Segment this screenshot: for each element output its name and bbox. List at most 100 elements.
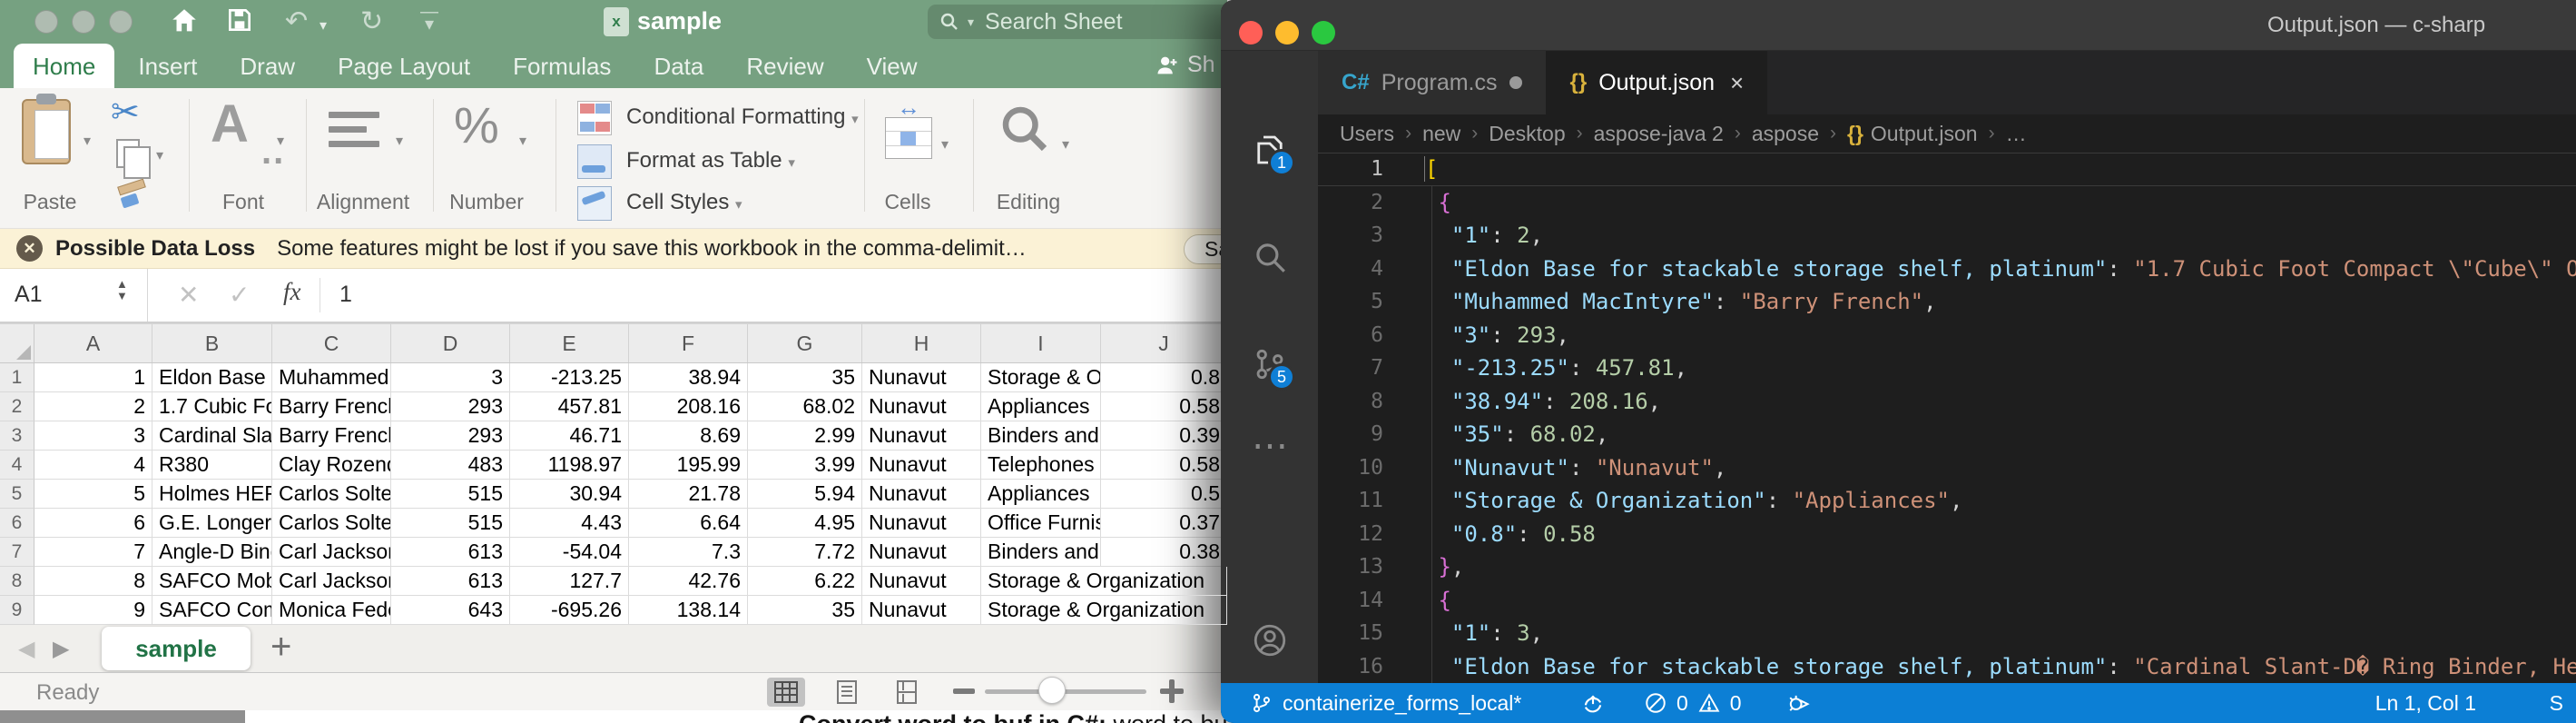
cell-G8[interactable]: 6.22 [748, 567, 862, 596]
format-as-table-icon[interactable] [577, 144, 612, 179]
fx-icon[interactable]: fx [283, 278, 301, 306]
cell-G5[interactable]: 5.94 [748, 480, 862, 509]
page-break-view-button[interactable] [888, 678, 926, 707]
row-header-1[interactable]: 1 [0, 363, 34, 392]
cell-H8[interactable]: Nunavut [862, 567, 981, 596]
column-header-D[interactable]: D [391, 324, 510, 362]
cell-H3[interactable]: Nunavut [862, 421, 981, 451]
zoom-slider[interactable] [985, 689, 1146, 694]
cell-D4[interactable]: 483 [391, 451, 510, 480]
cell-H5[interactable]: Nunavut [862, 480, 981, 509]
minimize-traffic-light[interactable] [1275, 21, 1299, 45]
account-icon[interactable] [1251, 621, 1289, 659]
select-all-corner[interactable] [0, 324, 34, 362]
column-header-A[interactable]: A [34, 324, 152, 362]
modified-dot-icon[interactable] [1509, 76, 1522, 89]
share-button[interactable]: Sh [1155, 52, 1215, 78]
ribbon-tab-view[interactable]: View [848, 44, 937, 88]
cell-E9[interactable]: -695.26 [510, 596, 629, 625]
problems-item[interactable]: 0 0 [1644, 683, 1742, 723]
code-editor[interactable]: 1[2 {3 "1": 2,4 "Eldon Base for stackabl… [1318, 153, 2576, 683]
column-header-H[interactable]: H [862, 324, 981, 362]
cell-C5[interactable]: Carlos Solter [272, 480, 391, 509]
column-header-E[interactable]: E [510, 324, 629, 362]
cell-I7[interactable]: Binders and [981, 538, 1101, 567]
search-input[interactable]: ▾ Search Sheet [928, 5, 1227, 39]
paste-icon[interactable] [22, 99, 71, 164]
number-group-button[interactable]: Number [434, 190, 539, 214]
cut-icon[interactable]: ✂ [111, 92, 140, 133]
normal-view-button[interactable] [767, 678, 805, 707]
code-line-2[interactable]: 2 { [1318, 186, 2576, 220]
ribbon-tab-data[interactable]: Data [634, 44, 723, 88]
more-views-icon[interactable]: ⋯ [1251, 432, 1289, 470]
code-line-7[interactable]: 7 "-213.25": 457.81, [1318, 352, 2576, 385]
prev-sheet-icon[interactable]: ◀ [18, 636, 34, 662]
editing-group-button[interactable]: Editing [978, 190, 1078, 214]
breadcrumb-item-output-json[interactable]: {}Output.json [1847, 122, 1978, 146]
row-header-4[interactable]: 4 [0, 451, 34, 480]
cell-A5[interactable]: 5 [34, 480, 152, 509]
code-line-13[interactable]: 13 }, [1318, 550, 2576, 584]
customize-toolbar-icon[interactable]: —▾ [420, 5, 438, 31]
save-icon[interactable] [225, 5, 254, 35]
breadcrumb-item-users[interactable]: Users [1340, 122, 1394, 146]
font-dropdown-icon[interactable]: ▾ [277, 132, 284, 150]
cell-D2[interactable]: 293 [391, 392, 510, 421]
format-painter-icon[interactable] [116, 183, 147, 210]
cell-F6[interactable]: 6.64 [629, 509, 748, 538]
ribbon-tab-home[interactable]: Home [14, 44, 114, 88]
cell-A8[interactable]: 8 [34, 567, 152, 596]
cell-A2[interactable]: 2 [34, 392, 152, 421]
cell-D1[interactable]: 3 [391, 363, 510, 392]
cell-I5[interactable]: Appliances [981, 480, 1101, 509]
cell-B9[interactable]: SAFCO Comr [152, 596, 272, 625]
undo-icon[interactable]: ↶ [285, 5, 308, 38]
zoom-out-button[interactable] [953, 688, 975, 694]
column-header-C[interactable]: C [272, 324, 391, 362]
code-line-16[interactable]: 16 "Eldon Base for stackable storage she… [1318, 650, 2576, 684]
column-header-B[interactable]: B [152, 324, 272, 362]
cell-A3[interactable]: 3 [34, 421, 152, 451]
cell-A9[interactable]: 9 [34, 596, 152, 625]
alignment-group-button[interactable]: Alignment [309, 190, 418, 214]
row-header-6[interactable]: 6 [0, 509, 34, 538]
cell-G6[interactable]: 4.95 [748, 509, 862, 538]
zoom-traffic-light[interactable] [1312, 21, 1335, 45]
column-header-G[interactable]: G [748, 324, 862, 362]
column-header-I[interactable]: I [981, 324, 1101, 362]
cell-B5[interactable]: Holmes HEPA [152, 480, 272, 509]
cell-F5[interactable]: 21.78 [629, 480, 748, 509]
cell-D6[interactable]: 515 [391, 509, 510, 538]
cell-H2[interactable]: Nunavut [862, 392, 981, 421]
row-header-3[interactable]: 3 [0, 421, 34, 451]
cell-J3[interactable]: 0.39 [1101, 421, 1227, 451]
cell-H7[interactable]: Nunavut [862, 538, 981, 567]
cell-C1[interactable]: Muhammed [272, 363, 391, 392]
cell-I1[interactable]: Storage & Or [981, 363, 1101, 392]
cells-dropdown-icon[interactable]: ▾ [941, 135, 949, 154]
spreadsheet-grid[interactable]: 11Eldon Base foMuhammed3-213.2538.9435Nu… [0, 363, 1227, 625]
cell-styles-icon[interactable] [577, 186, 612, 221]
cell-C2[interactable]: Barry French [272, 392, 391, 421]
cell-G9[interactable]: 35 [748, 596, 862, 625]
breadcrumb-item-aspose[interactable]: aspose [1752, 122, 1819, 146]
cancel-icon[interactable]: ✕ [178, 280, 199, 310]
cell-H4[interactable]: Nunavut [862, 451, 981, 480]
cell-D7[interactable]: 613 [391, 538, 510, 567]
cell-J6[interactable]: 0.37 [1101, 509, 1227, 538]
conditional-formatting-button[interactable]: Conditional Formatting ▾ [626, 104, 859, 130]
cell-E3[interactable]: 46.71 [510, 421, 629, 451]
cell-B3[interactable]: Cardinal Slan [152, 421, 272, 451]
close-traffic-light[interactable] [34, 10, 58, 34]
breadcrumb[interactable]: Users›new›Desktop›aspose-java 2›aspose›{… [1318, 114, 2576, 153]
cell-C6[interactable]: Carlos Solter [272, 509, 391, 538]
cell-E5[interactable]: 30.94 [510, 480, 629, 509]
cell-A7[interactable]: 7 [34, 538, 152, 567]
vscode-titlebar[interactable]: Output.json — c-sharp [1221, 0, 2576, 51]
code-line-1[interactable]: 1[ [1318, 153, 2576, 186]
alignment-dropdown-icon[interactable]: ▾ [396, 132, 403, 150]
undo-dropdown-icon[interactable]: ▾ [320, 16, 327, 35]
cell-B6[interactable]: G.E. Longer-L [152, 509, 272, 538]
cell-J1[interactable]: 0.8 [1101, 363, 1227, 392]
